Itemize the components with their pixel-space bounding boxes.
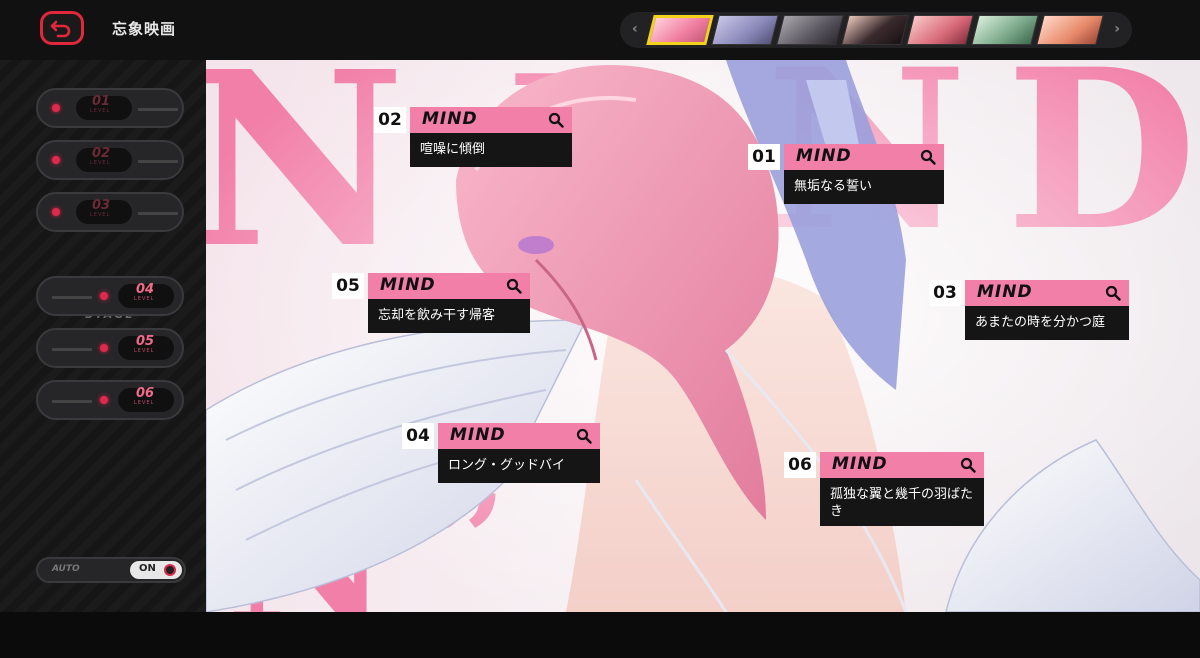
level-indicator-dot <box>52 104 60 112</box>
level-caption: LEVEL <box>134 348 155 354</box>
toggle-switch: ON <box>130 561 182 579</box>
bottom-bar <box>0 612 1200 658</box>
character-portraits <box>646 15 1105 45</box>
character-portrait-5[interactable] <box>906 15 974 45</box>
magnifier-icon[interactable] <box>960 457 976 473</box>
mind-title: ロング・グッドバイ <box>438 449 600 483</box>
level-indicator-dot <box>100 344 108 352</box>
mind-index: 02 <box>374 107 406 133</box>
mind-tag: MIND <box>796 146 852 166</box>
mind-title: 無垢なる誓い <box>784 170 944 204</box>
mind-title: 忘却を飲み干す帰客 <box>368 299 530 333</box>
mind-header: MIND <box>410 107 572 133</box>
level-number: 02 <box>92 146 111 161</box>
auto-label: AUTO <box>52 564 80 574</box>
level-01-button[interactable]: 01 LEVEL <box>36 88 184 128</box>
character-portrait-7[interactable] <box>1036 15 1104 45</box>
auto-play-toggle[interactable]: AUTO ON <box>36 557 186 583</box>
mind-index: 03 <box>929 280 961 306</box>
character-art-stage: N I N D N ” <box>206 60 1200 612</box>
mind-title: 喧噪に傾倒 <box>410 133 572 167</box>
next-character-button[interactable]: › <box>1114 21 1120 37</box>
character-portrait-3[interactable] <box>776 15 844 45</box>
level-caption: LEVEL <box>90 212 111 218</box>
mind-header: MIND <box>368 273 530 299</box>
magnifier-icon[interactable] <box>506 278 522 294</box>
level-caption: LEVEL <box>134 400 155 406</box>
toggle-knob <box>164 564 176 576</box>
level-indicator-dot <box>52 156 60 164</box>
mind-index: 05 <box>332 273 364 299</box>
level-03-button[interactable]: 03 LEVEL <box>36 192 184 232</box>
mind-title: あまたの時を分かつ庭 <box>965 306 1129 340</box>
level-caption: LEVEL <box>90 160 111 166</box>
mind-tag: MIND <box>422 109 478 129</box>
back-button[interactable] <box>40 11 84 45</box>
mind-index: 04 <box>402 423 434 449</box>
level-05-button[interactable]: 05 LEVEL <box>36 328 184 368</box>
back-arrow-icon <box>50 20 71 38</box>
level-indicator-dot <box>52 208 60 216</box>
level-caption: LEVEL <box>134 296 155 302</box>
level-06-button[interactable]: 06 LEVEL <box>36 380 184 420</box>
level-indicator-dot <box>100 292 108 300</box>
character-selector: ‹ › <box>620 12 1132 48</box>
level-indicator-dot <box>100 396 108 404</box>
level-number: 05 <box>136 334 155 349</box>
level-02-button[interactable]: 02 LEVEL <box>36 140 184 180</box>
level-caption: LEVEL <box>90 108 111 114</box>
level-number: 03 <box>92 198 111 213</box>
level-number: 06 <box>136 386 155 401</box>
toggle-value: ON <box>139 563 156 574</box>
magnifier-icon[interactable] <box>576 428 592 444</box>
mind-index: 01 <box>748 144 780 170</box>
mind-header: MIND <box>820 452 984 478</box>
level-number: 04 <box>136 282 155 297</box>
page-title: 忘象映画 <box>112 20 177 38</box>
mind-tag: MIND <box>832 454 888 474</box>
mind-header: MIND <box>784 144 944 170</box>
mind-header: MIND <box>438 423 600 449</box>
mind-index: 06 <box>784 452 816 478</box>
magnifier-icon[interactable] <box>548 112 564 128</box>
prev-character-button[interactable]: ‹ <box>632 21 638 37</box>
mind-tag: MIND <box>450 425 506 445</box>
level-number: 01 <box>92 94 111 109</box>
character-portrait-6[interactable] <box>971 15 1039 45</box>
mind-header: MIND <box>965 280 1129 306</box>
mind-tag: MIND <box>977 282 1033 302</box>
character-portrait-2[interactable] <box>711 15 779 45</box>
magnifier-icon[interactable] <box>1105 285 1121 301</box>
magnifier-icon[interactable] <box>920 149 936 165</box>
level-sidebar: 01 LEVEL 02 LEVEL 03 LEVEL ···· STAGE ··… <box>0 60 206 612</box>
mind-tag: MIND <box>380 275 436 295</box>
top-bar: 忘象映画 ‹ › <box>0 0 1200 60</box>
character-portrait-4[interactable] <box>841 15 909 45</box>
mind-title: 孤独な翼と幾千の羽ばたき <box>820 478 984 526</box>
character-portrait-1[interactable] <box>646 15 714 45</box>
level-04-button[interactable]: 04 LEVEL <box>36 276 184 316</box>
